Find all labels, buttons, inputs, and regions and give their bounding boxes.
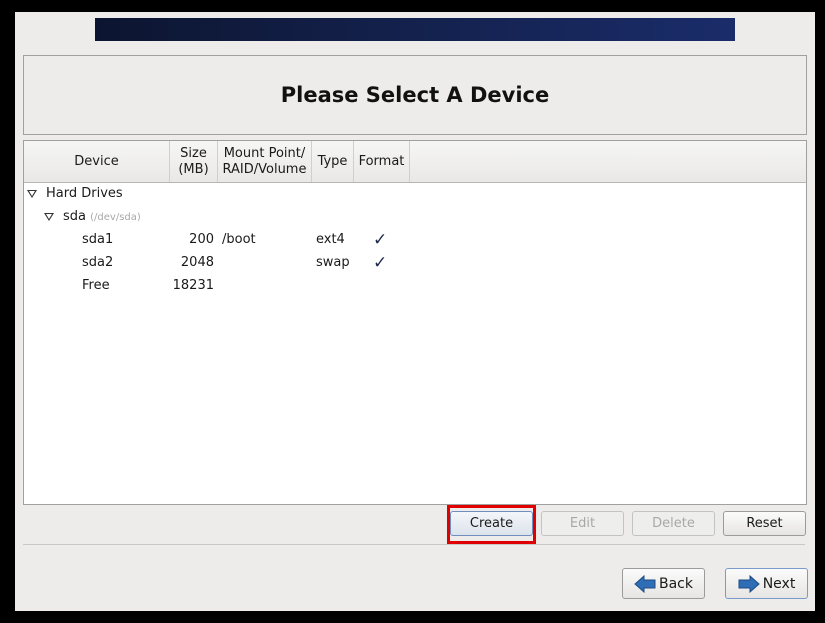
tree-row-hard-drives[interactable]: Hard Drives: [24, 183, 806, 205]
partition-row[interactable]: Free 18231: [24, 275, 806, 297]
header-banner: [95, 18, 735, 41]
partition-row[interactable]: sda1 200 /boot ext4 ✓: [24, 229, 806, 251]
button-label: Next: [762, 575, 796, 592]
highlight-box: [447, 505, 536, 544]
disk-label: sda: [63, 209, 86, 224]
column-header-size[interactable]: Size (MB): [170, 141, 218, 182]
tree-header: Device Size (MB) Mount Point/ RAID/Volum…: [24, 141, 806, 183]
disk-path: (/dev/sda): [90, 212, 141, 223]
button-label: Delete: [652, 516, 695, 531]
column-label: Size: [180, 145, 207, 161]
button-label: Edit: [569, 516, 596, 531]
partition-row[interactable]: sda2 2048 swap ✓: [24, 252, 806, 274]
group-label: Hard Drives: [46, 186, 123, 201]
back-arrow-icon: [634, 574, 656, 593]
column-label: Mount Point/: [223, 145, 306, 161]
expander-triangle-icon[interactable]: [44, 213, 54, 221]
column-label: Device: [74, 153, 119, 169]
format-check-icon: ✓: [373, 230, 388, 250]
device-name: sda1: [82, 232, 114, 247]
delete-button: Delete: [632, 511, 715, 536]
back-button[interactable]: Back: [622, 568, 705, 599]
column-label: (MB): [178, 161, 209, 177]
button-label: Reset: [746, 516, 783, 531]
edit-button: Edit: [541, 511, 624, 536]
tree-row-sda[interactable]: sda (/dev/sda): [24, 206, 806, 228]
title-panel: Please Select A Device: [23, 55, 807, 135]
column-header-type[interactable]: Type: [312, 141, 354, 182]
column-header-format[interactable]: Format: [354, 141, 410, 182]
size-value: 200: [189, 232, 214, 247]
size-value: 18231: [172, 278, 214, 293]
size-value: 2048: [180, 255, 214, 270]
installer-window: Please Select A Device Device Size (MB) …: [15, 12, 815, 611]
column-label: Type: [317, 153, 348, 169]
fs-type: swap: [316, 255, 350, 270]
reset-button[interactable]: Reset: [723, 511, 806, 536]
next-arrow-icon: [738, 574, 760, 593]
mount-point: /boot: [222, 232, 256, 247]
device-tree[interactable]: Device Size (MB) Mount Point/ RAID/Volum…: [23, 140, 807, 505]
device-name: sda2: [82, 255, 114, 270]
page-title: Please Select A Device: [280, 83, 550, 107]
column-label: RAID/Volume: [222, 161, 307, 177]
next-button[interactable]: Next: [725, 568, 808, 599]
disk-name: sda (/dev/sda): [63, 206, 141, 229]
device-name: Free: [82, 278, 110, 293]
fs-type: ext4: [316, 232, 345, 247]
column-label: Format: [358, 153, 405, 169]
expander-triangle-icon[interactable]: [27, 190, 37, 198]
format-check-icon: ✓: [373, 253, 388, 273]
button-label: Back: [659, 575, 693, 592]
separator: [23, 544, 805, 545]
column-header-device[interactable]: Device: [24, 141, 170, 182]
column-header-mount-point[interactable]: Mount Point/ RAID/Volume: [218, 141, 312, 182]
